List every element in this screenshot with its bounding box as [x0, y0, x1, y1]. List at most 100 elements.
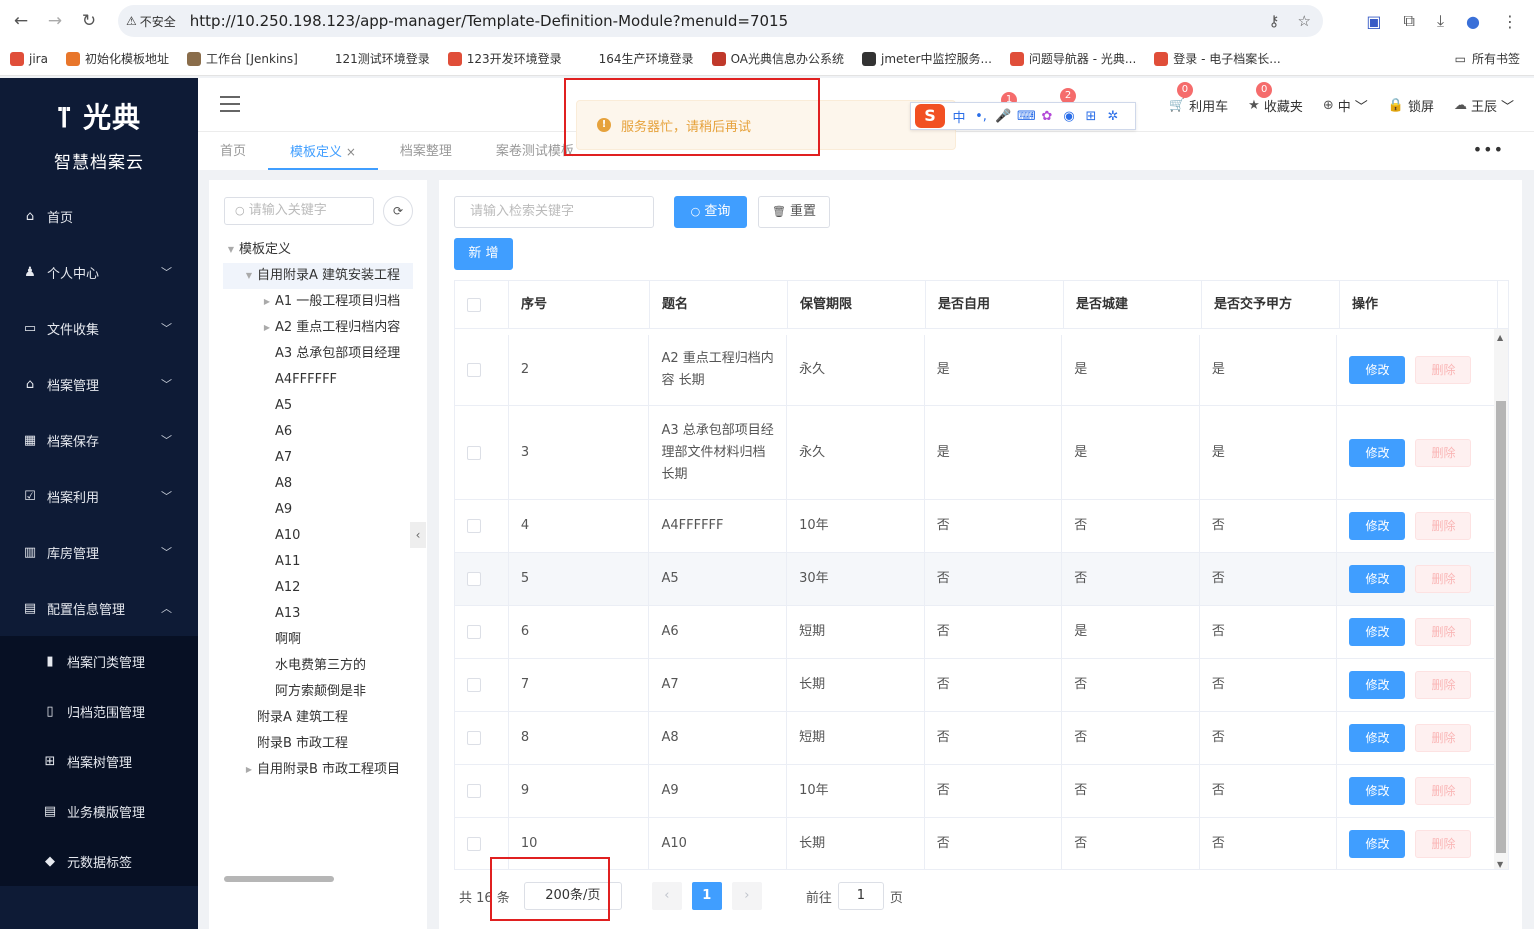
url-text[interactable]: http://10.250.198.123/app-manager/Templa…	[190, 12, 788, 30]
profile-icon[interactable]: ●	[1466, 12, 1480, 31]
scroll-down-icon[interactable]: ▼	[1497, 860, 1503, 869]
more-dots-icon[interactable]: •••	[1473, 140, 1504, 159]
forward-icon[interactable]: →	[42, 11, 68, 31]
sidebar-item[interactable]: ▦ 档案保存 ﹀	[0, 412, 198, 468]
tree-node[interactable]: A3 总承包部项目经理	[223, 341, 413, 367]
menu-kebab-icon[interactable]: ⋮	[1502, 12, 1518, 31]
edit-button[interactable]: 修改	[1349, 724, 1406, 752]
bookmark-item[interactable]: 问题导航器 - 光典...	[1009, 50, 1136, 67]
sidebar-item[interactable]: ☑ 档案利用 ﹀	[0, 468, 198, 524]
delete-button[interactable]: 删除	[1415, 724, 1472, 752]
bookmark-item[interactable]: 初始化模板地址	[65, 50, 169, 67]
bookmark-item[interactable]: OA光典信息办公系统	[711, 50, 844, 67]
sidebar-subitem[interactable]: ▤ 业务模版管理	[0, 786, 198, 836]
tree-node[interactable]: ▶ A1 一般工程项目归档	[223, 289, 413, 315]
sidebar-item[interactable]: ▥ 库房管理 ﹀	[0, 524, 198, 580]
row-checkbox[interactable]	[467, 625, 481, 639]
punctuation-icon[interactable]: •,	[973, 109, 989, 124]
tree-node[interactable]: ▼ 模板定义	[223, 237, 413, 263]
row-checkbox[interactable]	[467, 519, 481, 533]
tree-node[interactable]: A11	[223, 549, 413, 575]
delete-button[interactable]: 删除	[1415, 671, 1472, 699]
header-item[interactable]: ⊕ 中 ﹀	[1323, 96, 1368, 115]
sidebar-subitem[interactable]: ▯ 归档范围管理	[0, 686, 198, 736]
delete-button[interactable]: 删除	[1415, 830, 1472, 858]
table-row[interactable]: 6 A6 短期否是否修改 删除	[455, 606, 1495, 659]
all-bookmarks[interactable]: ▭ 所有书签	[1455, 50, 1520, 67]
bookmark-item[interactable]: 工作台 [Jenkins]	[186, 50, 298, 67]
sogou-logo-icon[interactable]: S	[915, 104, 945, 128]
edit-button[interactable]: 修改	[1349, 777, 1406, 805]
toolbox-icon[interactable]: ⊞	[1083, 109, 1099, 124]
delete-button[interactable]: 删除	[1415, 512, 1472, 540]
edit-button[interactable]: 修改	[1349, 565, 1406, 593]
edit-button[interactable]: 修改	[1349, 671, 1406, 699]
delete-button[interactable]: 删除	[1415, 777, 1472, 805]
collapse-panel-handle[interactable]: ‹	[410, 522, 426, 548]
tab[interactable]: 档案整理	[378, 134, 474, 170]
row-checkbox[interactable]	[467, 731, 481, 745]
scroll-thumb[interactable]	[1496, 401, 1506, 853]
back-icon[interactable]: ←	[8, 11, 34, 31]
sidebar-subitem[interactable]: ⊞ 档案树管理	[0, 736, 198, 786]
table-row[interactable]: 9 A9 10年否否否修改 删除	[455, 765, 1495, 818]
header-item[interactable]: 🔒 锁屏	[1388, 96, 1434, 115]
next-page-icon[interactable]: ›	[731, 882, 762, 910]
tree-node[interactable]: A13	[223, 601, 413, 627]
keyboard-icon[interactable]: ⌨	[1017, 109, 1036, 124]
bookmark-item[interactable]: jira	[10, 51, 48, 66]
row-checkbox[interactable]	[467, 572, 481, 586]
key-icon[interactable]: ⚷	[1269, 12, 1280, 30]
settings-gear-icon[interactable]: ✲	[1105, 109, 1121, 124]
page-size-select[interactable]: 200条/页	[523, 882, 622, 910]
edit-button[interactable]: 修改	[1349, 830, 1406, 858]
bookmark-item[interactable]: jmeter中监控服务...	[862, 50, 992, 67]
row-checkbox[interactable]	[467, 784, 481, 798]
delete-button[interactable]: 删除	[1415, 565, 1472, 593]
tree-node[interactable]: A12	[223, 575, 413, 601]
edit-button[interactable]: 修改	[1349, 356, 1406, 384]
query-button[interactable]: ○ 查询	[674, 196, 747, 228]
sidebar-item[interactable]: ▤ 配置信息管理 ︿	[0, 580, 198, 636]
tree-node[interactable]: 附录B 市政工程	[223, 731, 413, 757]
sidebar-item[interactable]: ▭ 文件收集 ﹀	[0, 300, 198, 356]
tab[interactable]: 首页	[198, 134, 268, 170]
tree-node[interactable]: ▶ A2 重点工程归档内容	[223, 315, 413, 341]
header-item[interactable]: 🛒 0 利用车	[1169, 81, 1228, 115]
tree-node[interactable]: A7	[223, 445, 413, 471]
ime-mode-toggle[interactable]: 中	[951, 107, 967, 126]
tree-node[interactable]: A5	[223, 393, 413, 419]
bookmark-item[interactable]: 123开发环境登录	[447, 50, 562, 67]
sidebar-item[interactable]: ⌂ 档案管理 ﹀	[0, 356, 198, 412]
bookmark-item[interactable]: 登录 - 电子档案长...	[1154, 50, 1281, 67]
insecure-indicator[interactable]: ⚠ 不安全	[126, 13, 184, 30]
table-row[interactable]: 4 A4FFFFFF 10年否否否修改 删除	[455, 500, 1495, 553]
tree-node[interactable]: 阿方索颠倒是非	[223, 679, 413, 705]
delete-button[interactable]: 删除	[1415, 356, 1472, 384]
row-checkbox[interactable]	[467, 837, 481, 851]
row-checkbox[interactable]	[467, 363, 481, 377]
tree-refresh-button[interactable]: ⟳	[383, 196, 413, 226]
hamburger-icon[interactable]	[220, 96, 240, 117]
prev-page-icon[interactable]: ‹	[651, 882, 682, 910]
table-row[interactable]: 2 A2 重点工程归档内容 长期 永久是是是修改 删除	[455, 335, 1495, 406]
bookmark-item[interactable]: 121测试环境登录	[315, 50, 430, 67]
puzzle-icon[interactable]: ⧉	[1404, 11, 1415, 31]
download-icon[interactable]: ⤓	[1437, 11, 1444, 31]
table-vertical-scrollbar[interactable]: ▲ ▼	[1494, 329, 1508, 869]
delete-button[interactable]: 删除	[1415, 438, 1472, 467]
header-item[interactable]: ★ 0 收藏夹	[1248, 81, 1303, 115]
sidebar-item[interactable]: ⌂ 首页	[0, 188, 198, 244]
tree-node[interactable]: A8	[223, 471, 413, 497]
table-row[interactable]: 7 A7 长期否否否修改 删除	[455, 659, 1495, 712]
table-row[interactable]: 3 A3 总承包部项目经理部文件材料归档 长期 永久是是是修改 删除	[455, 406, 1495, 500]
extension-icon[interactable]: ▣	[1366, 12, 1381, 31]
row-checkbox[interactable]	[467, 678, 481, 692]
tree-node[interactable]: A4FFFFFF	[223, 367, 413, 393]
address-bar[interactable]: ⚠ 不安全 http://10.250.198.123/app-manager/T…	[118, 5, 1323, 37]
bookmark-item[interactable]: 164生产环境登录	[579, 50, 694, 67]
table-row[interactable]: 8 A8 短期否否否修改 删除	[455, 712, 1495, 765]
tab[interactable]: 模板定义 ×	[268, 134, 378, 170]
reload-icon[interactable]: ↻	[76, 11, 102, 31]
select-all-checkbox[interactable]	[467, 297, 481, 312]
